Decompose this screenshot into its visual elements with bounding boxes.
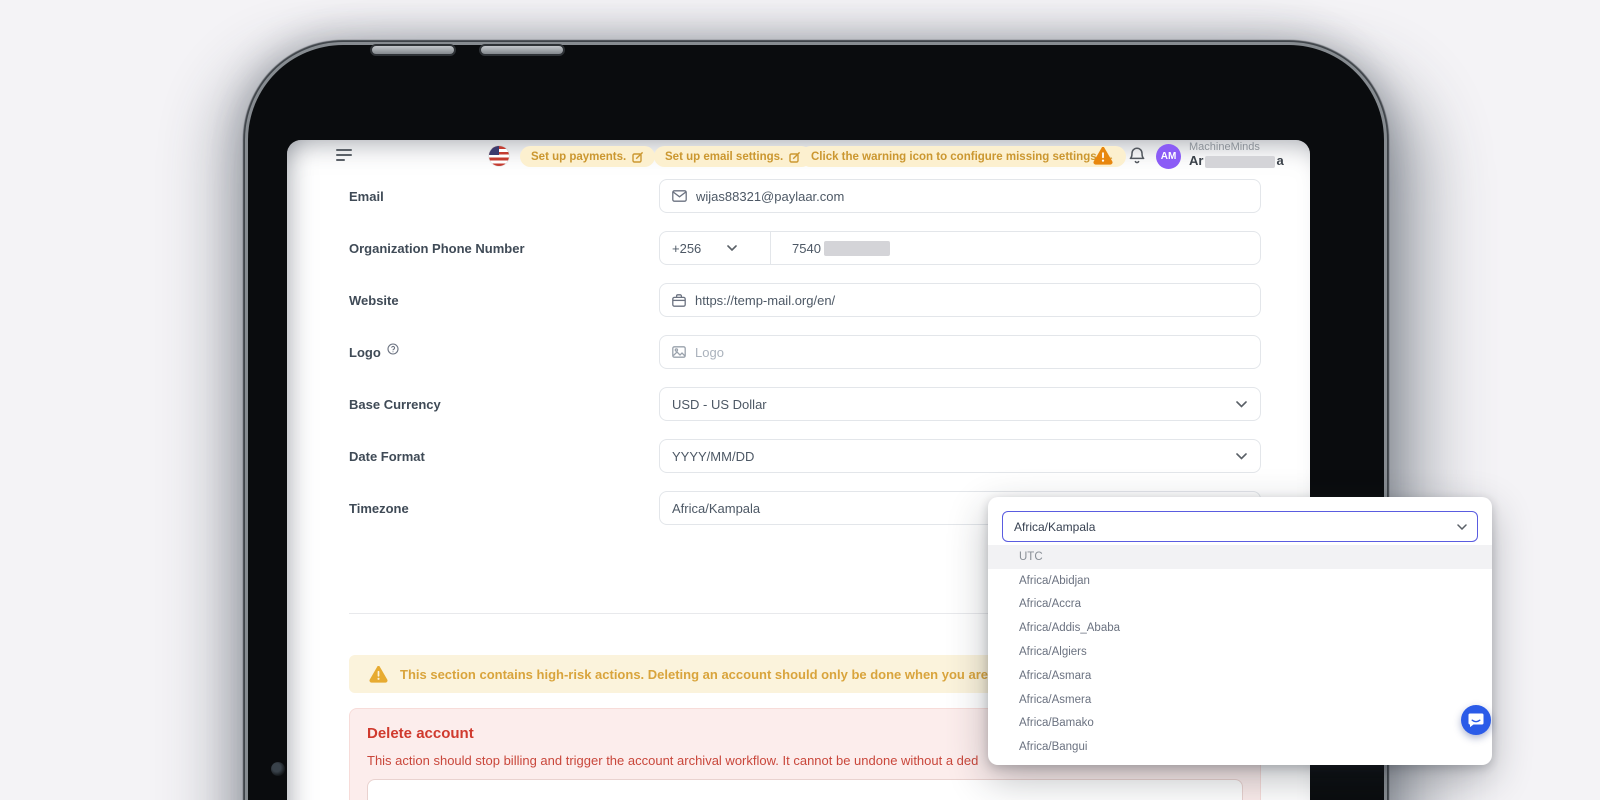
us-flag-icon[interactable] xyxy=(489,146,509,166)
timezone-option[interactable]: Africa/Bangui xyxy=(988,735,1492,759)
timezone-option-list: UTC Africa/Abidjan Africa/Accra Africa/A… xyxy=(988,545,1492,759)
timezone-combobox[interactable]: Africa/Kampala xyxy=(1002,511,1478,542)
user-avatar[interactable]: AM xyxy=(1156,144,1181,169)
form-row-website: Website https://temp-mail.org/en/ xyxy=(349,283,1261,317)
chevron-down-icon xyxy=(1236,401,1247,408)
chat-bubble-icon xyxy=(1468,712,1484,728)
warning-icon[interactable] xyxy=(1093,147,1113,165)
currency-select[interactable]: USD - US Dollar xyxy=(659,387,1261,421)
website-value: https://temp-mail.org/en/ xyxy=(695,292,836,308)
pill-label: Click the warning icon to configure miss… xyxy=(811,150,1115,163)
country-code-value: +256 xyxy=(672,240,702,256)
form-row-logo: Logo Logo xyxy=(349,335,1261,369)
screenshot-stage: Set up payments. Set up email settings. … xyxy=(0,0,1600,800)
chevron-down-icon xyxy=(727,245,738,251)
form-row-dateformat: Date Format YYYY/MM/DD xyxy=(349,439,1261,473)
redacted-phone xyxy=(823,240,890,256)
timezone-option[interactable]: Africa/Asmara xyxy=(988,664,1492,688)
chevron-down-icon xyxy=(1457,524,1467,530)
phone-value: 7540 xyxy=(792,240,821,256)
dateformat-value: YYYY/MM/DD xyxy=(672,448,755,464)
timezone-option[interactable]: Africa/Addis_Ababa xyxy=(988,616,1492,640)
form-row-phone: Organization Phone Number +256 7540 xyxy=(349,231,1261,265)
field-divider xyxy=(770,232,771,264)
chat-launcher-button[interactable] xyxy=(1461,705,1491,735)
website-label: Website xyxy=(349,292,399,308)
timezone-label: Timezone xyxy=(349,500,409,516)
notifications-bell-icon[interactable] xyxy=(1128,146,1146,165)
logo-field[interactable]: Logo xyxy=(659,335,1261,369)
pill-label: Set up email settings. xyxy=(665,150,784,163)
warning-banner-text: This section contains high-risk actions.… xyxy=(400,666,1023,682)
warning-triangle-icon xyxy=(369,665,388,683)
edit-icon xyxy=(632,151,644,163)
chevron-down-icon xyxy=(1236,453,1247,460)
currency-value: USD - US Dollar xyxy=(672,396,767,412)
timezone-option[interactable]: Africa/Abidjan xyxy=(988,569,1492,593)
delete-confirmation-input[interactable] xyxy=(367,779,1243,800)
form-row-email: Email wijas88321@paylaar.com xyxy=(349,179,1261,213)
envelope-icon xyxy=(672,190,687,202)
configure-settings-banner[interactable]: Click the warning icon to configure miss… xyxy=(800,146,1126,167)
tablet-camera xyxy=(271,762,285,776)
email-label: Email xyxy=(349,188,384,204)
menu-hamburger-icon[interactable] xyxy=(336,149,354,163)
timezone-option[interactable]: UTC xyxy=(988,545,1492,569)
timezone-option[interactable]: Africa/Bamako xyxy=(988,712,1492,736)
user-info[interactable]: MachineMinds Ar a xyxy=(1189,141,1284,169)
image-icon xyxy=(672,346,686,358)
timezone-combobox-value: Africa/Kampala xyxy=(1014,519,1096,534)
timezone-option[interactable]: Africa/Accra xyxy=(988,593,1492,617)
tablet-volume-button xyxy=(479,44,565,56)
dateformat-label: Date Format xyxy=(349,448,425,464)
user-name: Ar a xyxy=(1189,152,1284,168)
phone-label: Organization Phone Number xyxy=(349,240,525,256)
phone-number-input[interactable]: 7540 xyxy=(780,240,890,256)
topbar: Set up payments. Set up email settings. … xyxy=(287,140,1310,173)
email-field[interactable]: wijas88321@paylaar.com xyxy=(659,179,1261,213)
form-row-currency: Base Currency USD - US Dollar xyxy=(349,387,1261,421)
timezone-dropdown-panel: Africa/Kampala UTC Africa/Abidjan Africa… xyxy=(988,497,1492,765)
pill-label: Set up payments. xyxy=(531,150,627,163)
currency-label: Base Currency xyxy=(349,396,441,412)
timezone-option[interactable]: Africa/Algiers xyxy=(988,640,1492,664)
redacted-name xyxy=(1205,155,1276,168)
logo-label: Logo xyxy=(349,343,659,360)
dateformat-select[interactable]: YYYY/MM/DD xyxy=(659,439,1261,473)
help-question-icon[interactable] xyxy=(387,343,399,355)
setup-payments-banner[interactable]: Set up payments. xyxy=(520,146,656,167)
website-field[interactable]: https://temp-mail.org/en/ xyxy=(659,283,1261,317)
tablet-volume-button xyxy=(370,44,456,56)
briefcase-icon xyxy=(672,293,686,307)
country-code-select[interactable]: +256 xyxy=(660,241,761,256)
setup-email-banner[interactable]: Set up email settings. xyxy=(654,146,813,167)
phone-field: +256 7540 xyxy=(659,231,1261,265)
timezone-option[interactable]: Africa/Asmera xyxy=(988,688,1492,712)
logo-placeholder: Logo xyxy=(695,344,724,360)
email-value: wijas88321@paylaar.com xyxy=(696,188,845,204)
timezone-value: Africa/Kampala xyxy=(672,500,761,516)
organization-name: MachineMinds xyxy=(1189,141,1260,153)
